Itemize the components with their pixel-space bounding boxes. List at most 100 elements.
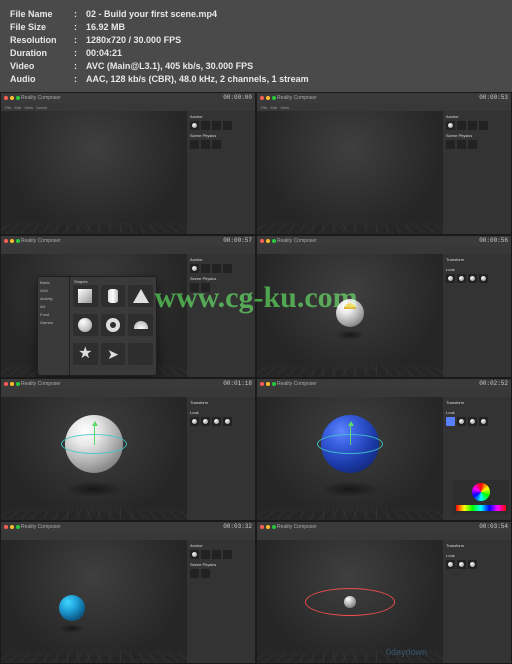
translate-gizmo-y[interactable] (94, 423, 95, 445)
window-titlebar: Reality Composer 00:00:00 (1, 93, 255, 103)
app-name: Reality Composer (21, 238, 61, 244)
frame-8: Reality Composer 00:03:54 Transform Look… (256, 521, 512, 664)
properties-panel[interactable]: Anchor Scene Physics (187, 111, 255, 234)
app-name: Reality Composer (21, 381, 61, 387)
minimize-icon[interactable] (266, 239, 270, 243)
shape-torus[interactable] (101, 314, 126, 336)
minimize-icon[interactable] (266, 96, 270, 100)
close-icon[interactable] (260, 382, 264, 386)
sphere-object[interactable] (344, 596, 356, 608)
minimize-icon[interactable] (10, 96, 14, 100)
shape-hemisphere[interactable] (128, 314, 153, 336)
window-titlebar: Reality Composer 00:02:52 (257, 379, 511, 389)
viewport-3d[interactable] (257, 397, 443, 520)
meta-value-video: AVC (Main@L3.1), 405 kb/s, 30.000 FPS (86, 60, 253, 73)
minimize-icon[interactable] (10, 382, 14, 386)
minimize-icon[interactable] (266, 382, 270, 386)
grid-floor (1, 508, 187, 520)
viewport-3d[interactable]: Basic Grid Activity Art Food Games Shape… (1, 254, 187, 377)
timecode: 00:00:00 (223, 94, 252, 101)
close-icon[interactable] (260, 96, 264, 100)
shape-cylinder[interactable] (101, 285, 126, 307)
sphere-object[interactable] (59, 595, 85, 621)
frame-6: Reality Composer 00:02:52 Transform Look (256, 378, 512, 521)
object-shadow (335, 330, 365, 340)
window-titlebar: Reality Composer 00:00:57 (1, 236, 255, 246)
menu-bar[interactable] (257, 389, 511, 397)
library-sidebar[interactable]: Basic Grid Activity Art Food Games (38, 277, 70, 375)
viewport-3d[interactable] (1, 397, 187, 520)
close-icon[interactable] (4, 239, 8, 243)
maximize-icon[interactable] (272, 96, 276, 100)
menu-bar[interactable]: FileEditView (257, 103, 511, 111)
meta-label-resolution: Resolution (10, 34, 74, 47)
shape-other[interactable] (128, 343, 153, 365)
close-icon[interactable] (4, 96, 8, 100)
properties-panel[interactable]: Anchor Scene Physics (187, 540, 255, 663)
maximize-icon[interactable] (272, 525, 276, 529)
maximize-icon[interactable] (16, 525, 20, 529)
frame-7: Reality Composer 00:03:32 Anchor Scene P… (0, 521, 256, 664)
anchor-option[interactable] (190, 121, 199, 130)
translate-gizmo-y[interactable] (350, 423, 351, 445)
timecode: 00:02:52 (479, 380, 508, 387)
shape-arrow[interactable]: ➤ (101, 343, 126, 365)
shape-star[interactable]: ★ (73, 343, 98, 365)
meta-label-audio: Audio (10, 73, 74, 86)
frame-4: Reality Composer 00:00:56 Transform Look (256, 235, 512, 378)
properties-panel[interactable]: Anchor Scene Physics (443, 111, 511, 234)
app-name: Reality Composer (277, 381, 317, 387)
meta-value-filename: 02 - Build your first scene.mp4 (86, 8, 217, 21)
meta-label-filesize: File Size (10, 21, 74, 34)
app-name: Reality Composer (277, 524, 317, 530)
menu-bar[interactable] (1, 246, 255, 254)
minimize-icon[interactable] (266, 525, 270, 529)
maximize-icon[interactable] (272, 382, 276, 386)
minimize-icon[interactable] (10, 525, 14, 529)
window-titlebar: Reality Composer 00:00:53 (257, 93, 511, 103)
color-picker-popup[interactable] (453, 480, 509, 514)
properties-panel[interactable]: Transform Look (443, 540, 511, 663)
close-icon[interactable] (260, 239, 264, 243)
sphere-object[interactable] (321, 415, 379, 473)
viewport-3d[interactable] (257, 254, 443, 377)
app-name: Reality Composer (277, 95, 317, 101)
maximize-icon[interactable] (272, 239, 276, 243)
timecode: 00:01:18 (223, 380, 252, 387)
properties-panel[interactable]: Transform Look (443, 254, 511, 377)
menu-bar[interactable] (257, 532, 511, 540)
color-spectrum[interactable] (456, 505, 506, 511)
gizmo-handle[interactable] (344, 303, 356, 309)
meta-value-filesize: 16.92 MB (86, 21, 125, 34)
properties-panel[interactable]: Transform Look (187, 397, 255, 520)
menu-bar[interactable] (1, 532, 255, 540)
maximize-icon[interactable] (16, 96, 20, 100)
grid-floor (257, 508, 443, 520)
frame-5: Reality Composer 00:01:18 Transform Look (0, 378, 256, 521)
maximize-icon[interactable] (16, 382, 20, 386)
grid-floor (257, 365, 443, 377)
maximize-icon[interactable] (16, 239, 20, 243)
properties-panel[interactable]: Anchor Scene Physics (187, 254, 255, 377)
shape-cone[interactable] (128, 285, 153, 307)
frame-2: Reality Composer 00:00:53 FileEditView A… (256, 92, 512, 235)
minimize-icon[interactable] (10, 239, 14, 243)
close-icon[interactable] (4, 382, 8, 386)
meta-value-audio: AAC, 128 kb/s (CBR), 48.0 kHz, 2 channel… (86, 73, 309, 86)
sphere-object[interactable] (65, 415, 123, 473)
viewport-3d[interactable] (1, 111, 187, 234)
close-icon[interactable] (260, 525, 264, 529)
color-wheel[interactable] (472, 483, 490, 501)
viewport-3d[interactable] (257, 111, 443, 234)
viewport-3d[interactable] (257, 540, 443, 663)
shape-sphere[interactable] (73, 314, 98, 336)
menu-bar[interactable] (1, 389, 255, 397)
object-library[interactable]: Basic Grid Activity Art Food Games Shape… (37, 276, 157, 376)
menu-bar[interactable]: FileEditViewScene (1, 103, 255, 111)
shape-cube[interactable] (73, 285, 98, 307)
app-name: Reality Composer (21, 95, 61, 101)
menu-bar[interactable] (257, 246, 511, 254)
viewport-3d[interactable] (1, 540, 187, 663)
grid-floor (257, 222, 443, 234)
close-icon[interactable] (4, 525, 8, 529)
